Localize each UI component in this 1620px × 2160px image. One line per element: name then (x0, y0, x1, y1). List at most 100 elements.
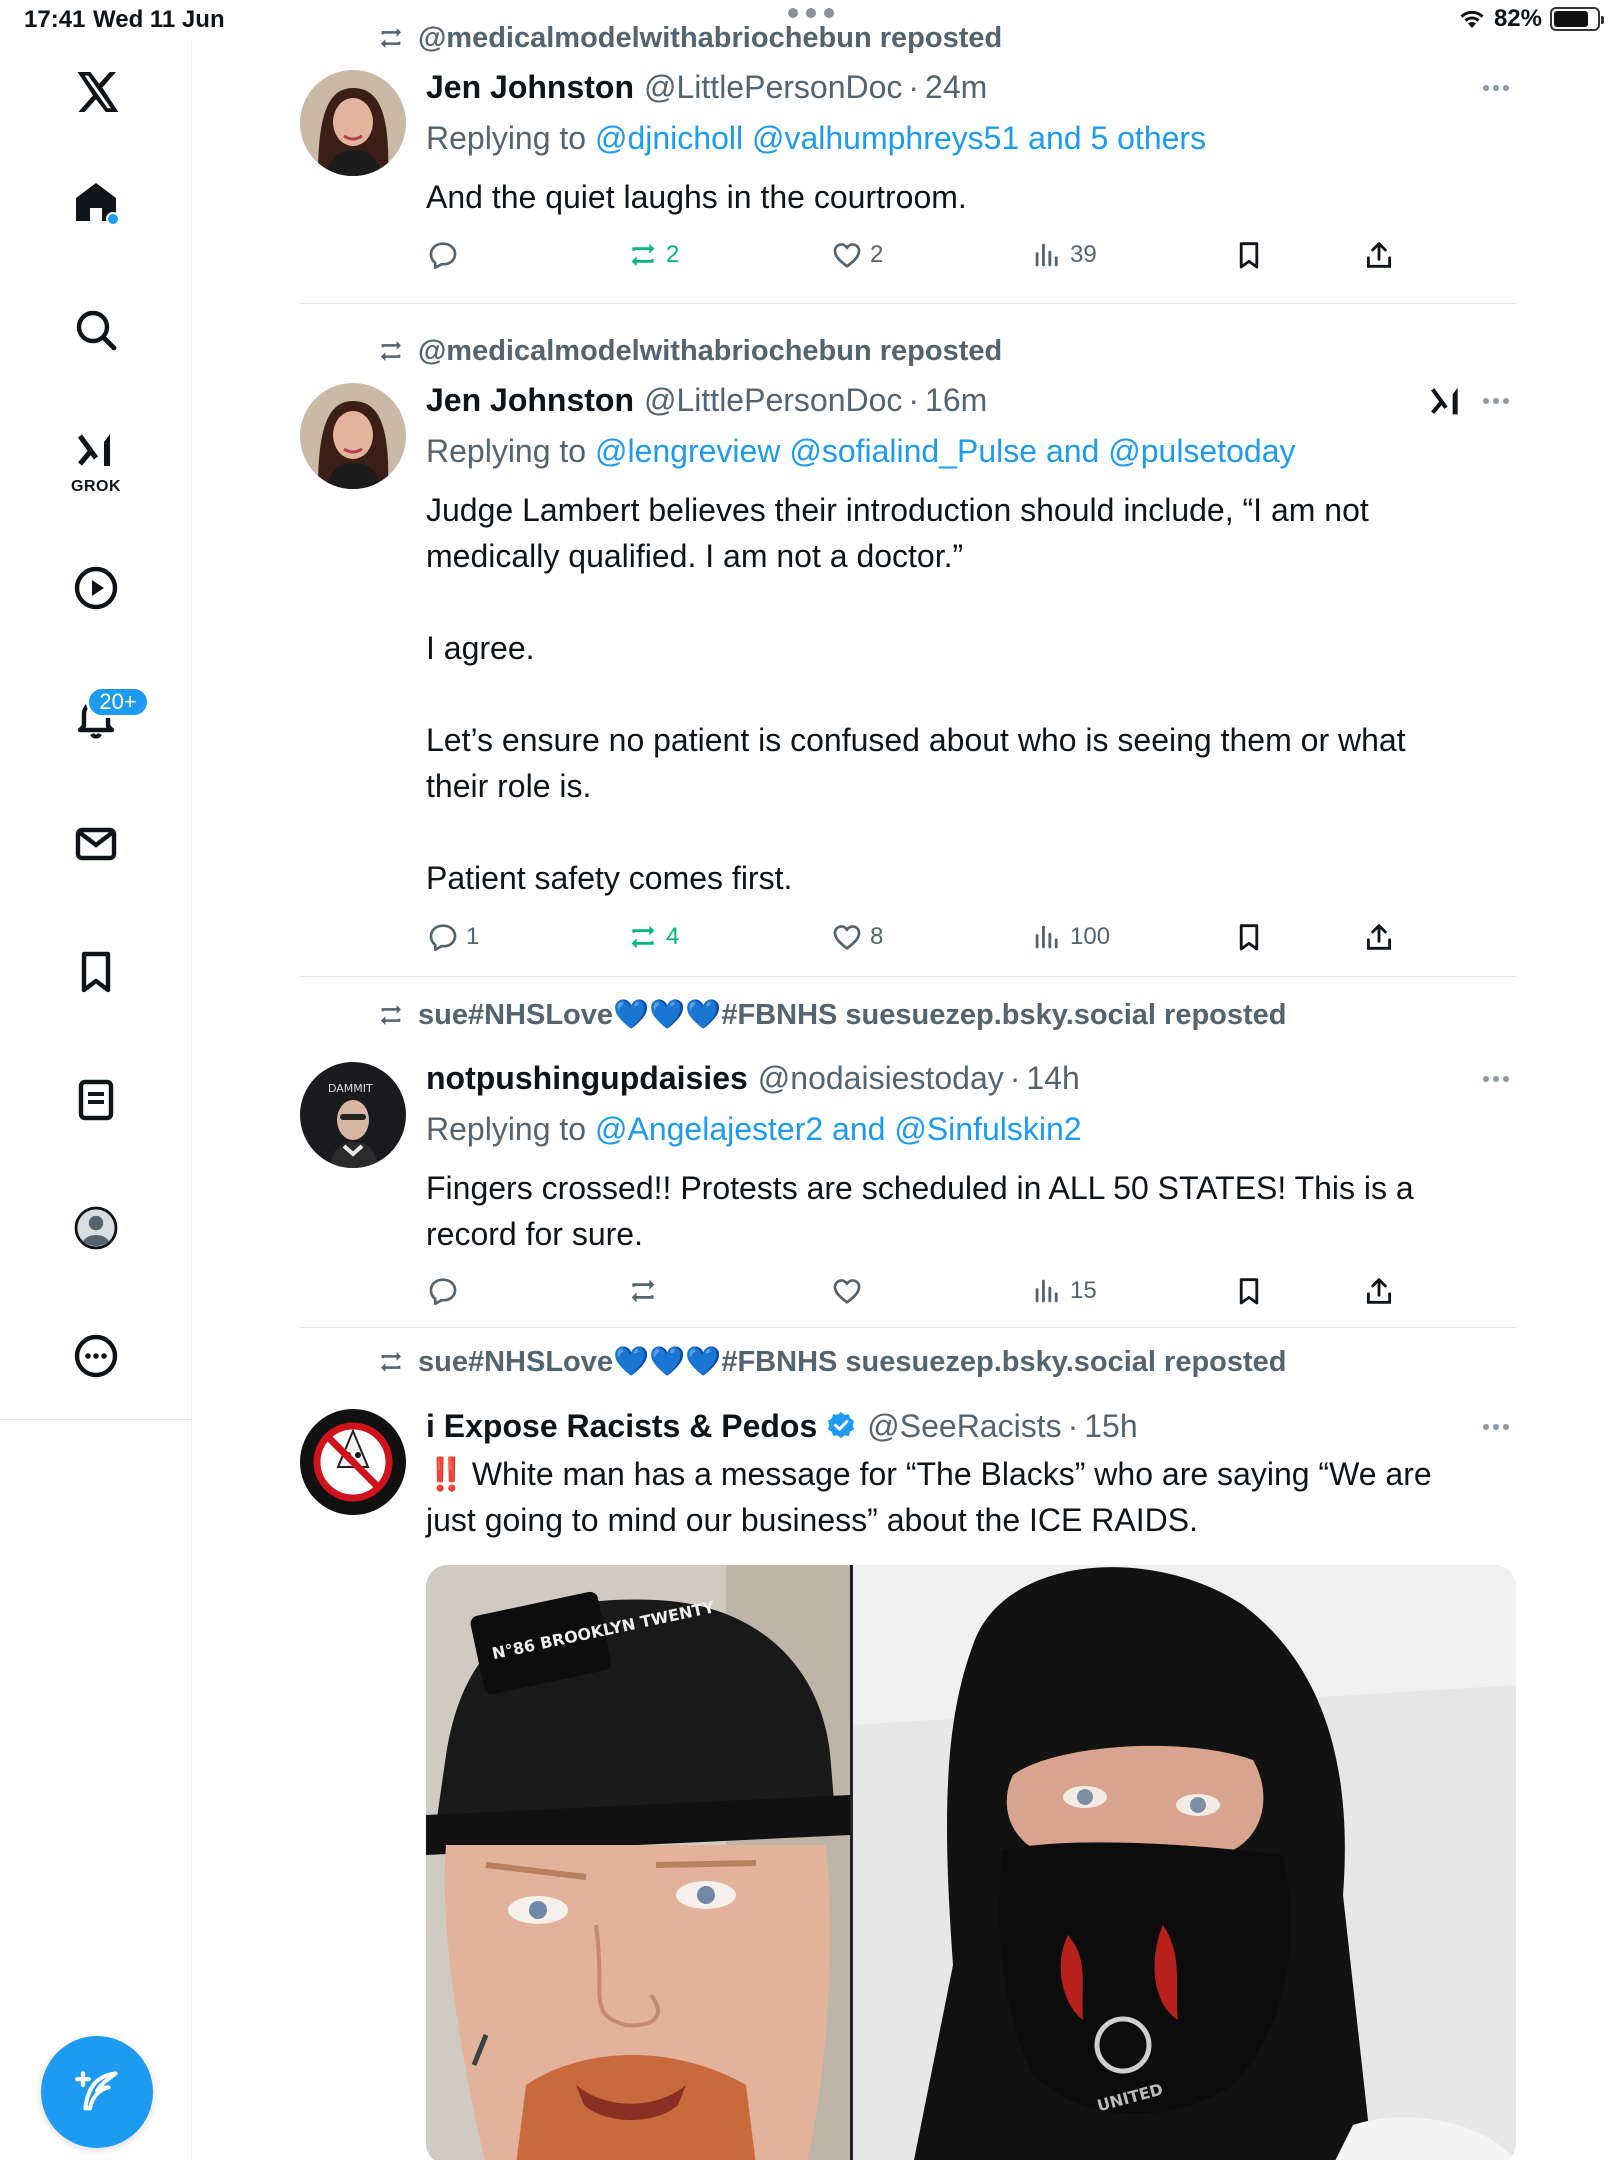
replying-to-links[interactable]: @djnicholl @valhumphreys51 and 5 others (595, 120, 1206, 157)
like-button[interactable]: 8 (830, 915, 883, 959)
video-play-icon[interactable] (56, 548, 136, 628)
repost-indicator: sue#NHSLove💙💙💙#FBNHS suesuezep.bsky.soci… (376, 1344, 1287, 1380)
repost-button[interactable]: 4 (626, 915, 679, 959)
display-name[interactable]: Jen Johnston (426, 69, 634, 106)
like-button[interactable] (830, 1269, 870, 1313)
compose-post-button[interactable] (41, 2036, 153, 2148)
lists-icon[interactable] (56, 1060, 136, 1140)
reply-icon (429, 242, 457, 270)
reply-button[interactable] (426, 1269, 466, 1313)
display-name[interactable]: Jen Johnston (426, 382, 634, 419)
post-divider (300, 1327, 1516, 1328)
repost-icon (381, 1005, 401, 1025)
reposted-by-label: sue#NHSLove💙💙💙#FBNHS suesuezep.bsky.soci… (418, 1346, 1287, 1378)
profile-avatar-icon[interactable] (56, 1188, 136, 1268)
handle[interactable]: @LittlePersonDoc (644, 69, 902, 106)
bookmarks-icon[interactable] (56, 932, 136, 1012)
post-header: Jen Johnston @LittlePersonDoc · 24m (426, 65, 987, 109)
views-button[interactable]: 39 (1030, 233, 1097, 277)
like-count: 2 (870, 241, 884, 268)
repost-icon (631, 243, 655, 267)
reposted-by-label: @medicalmodelwithabriochebun reposted (418, 21, 1003, 54)
repost-icon (381, 1352, 401, 1372)
heart-icon (833, 243, 861, 268)
repost-button[interactable]: 2 (626, 233, 679, 277)
multitasking-dots-icon[interactable] (788, 8, 834, 20)
reply-button[interactable]: 1 (426, 915, 479, 959)
share-icon (1366, 242, 1392, 268)
like-button[interactable]: 2 (830, 233, 883, 277)
repost-button[interactable] (626, 1269, 666, 1313)
sidebar-divider (0, 1419, 192, 1420)
views-button[interactable]: 15 (1030, 1269, 1097, 1313)
views-count: 39 (1070, 241, 1097, 268)
replying-to-links[interactable]: @Angelajester2 and @Sinfulskin2 (595, 1111, 1082, 1148)
replying-to: Replying to @djnicholl @valhumphreys51 a… (426, 116, 1206, 160)
heart-icon (833, 1279, 861, 1304)
display-name[interactable]: i Expose Racists & Pedos (426, 1408, 817, 1445)
share-button[interactable] (1362, 915, 1396, 959)
post-more-button[interactable] (1476, 68, 1516, 108)
more-options-icon[interactable] (56, 1316, 136, 1396)
post-more-button[interactable] (1476, 1407, 1516, 1447)
post-text-line-content: White man has a message for “The Blacks”… (471, 1456, 1432, 1492)
post-text-line: Judge Lambert believes their introductio… (426, 492, 1369, 528)
verified-badge-icon (828, 1412, 855, 1439)
post-text-line: And the quiet laughs in the courtroom. (426, 179, 967, 215)
views-count: 100 (1070, 923, 1111, 950)
replying-prefix: Replying to (426, 432, 587, 469)
post-actions: 1 4 8 100 (426, 915, 1416, 959)
handle[interactable]: @nodaisiestoday (758, 1060, 1004, 1097)
avatar[interactable] (300, 383, 406, 489)
svg-text:DAMMIT: DAMMIT (328, 1082, 373, 1095)
post-more-button[interactable] (1476, 1059, 1516, 1099)
timestamp[interactable]: 16m (925, 382, 987, 419)
timestamp[interactable]: 14h (1026, 1060, 1079, 1097)
post-text: ‼️ White man has a message for “The Black… (426, 1451, 1516, 1543)
views-chart-icon (1035, 243, 1058, 267)
bookmark-icon (1239, 1278, 1259, 1305)
home-icon[interactable] (56, 162, 136, 242)
reply-count: 1 (466, 923, 480, 950)
post-text-line: ‼️ White man has a message for “The Black… (426, 1451, 1516, 1497)
avatar[interactable] (300, 1409, 406, 1515)
post-media-video[interactable]: N°86 BROOKLYN TWENTY UNITED (426, 1565, 1516, 2160)
sidebar: GROK 20+ (0, 40, 192, 2160)
bookmark-button[interactable] (1232, 1269, 1266, 1313)
bookmark-button[interactable] (1232, 915, 1266, 959)
replying-prefix: Replying to (426, 1110, 587, 1147)
compose-feather-icon (75, 2071, 118, 2111)
avatar[interactable] (300, 70, 406, 176)
replying-to-links[interactable]: @lengreview @sofialind_Pulse and @pulset… (595, 433, 1296, 470)
display-name[interactable]: notpushingupdaisies (426, 1060, 748, 1097)
post-header: i Expose Racists & Pedos @SeeRacists · 1… (426, 1404, 1138, 1448)
reposted-by-label: sue#NHSLove💙💙💙#FBNHS suesuezep.bsky.soci… (418, 999, 1287, 1031)
post-text-line: Let’s ensure no patient is confused abou… (426, 722, 1406, 758)
repost-count: 4 (666, 923, 680, 950)
status-time: 17:41 (24, 6, 86, 33)
post-text-line: Fingers crossed!! Protests are scheduled… (426, 1170, 1414, 1206)
handle[interactable]: @LittlePersonDoc (644, 382, 902, 419)
bookmark-button[interactable] (1232, 233, 1266, 277)
wifi-icon (1460, 10, 1484, 28)
grok-explain-icon[interactable] (1426, 381, 1466, 421)
share-button[interactable] (1362, 233, 1396, 277)
post-more-button[interactable] (1476, 381, 1516, 421)
timestamp[interactable]: 24m (925, 69, 987, 106)
share-icon (1366, 924, 1392, 950)
views-button[interactable]: 100 (1030, 915, 1110, 959)
reply-icon (429, 1278, 457, 1306)
avatar[interactable]: DAMMIT (300, 1062, 406, 1168)
messages-envelope-icon[interactable] (56, 804, 136, 884)
x-logo-icon[interactable] (56, 52, 136, 132)
timestamp[interactable]: 15h (1084, 1408, 1137, 1445)
battery-percent: 82% (1493, 5, 1542, 32)
post-text: Fingers crossed!! Protests are scheduled… (426, 1165, 1516, 1257)
share-button[interactable] (1362, 1269, 1396, 1313)
reply-button[interactable] (426, 233, 466, 277)
handle[interactable]: @SeeRacists (867, 1408, 1061, 1445)
repost-icon (381, 28, 401, 48)
post-header: Jen Johnston @LittlePersonDoc · 16m (426, 378, 987, 422)
home-unread-dot (106, 212, 120, 226)
search-icon[interactable] (56, 290, 136, 370)
